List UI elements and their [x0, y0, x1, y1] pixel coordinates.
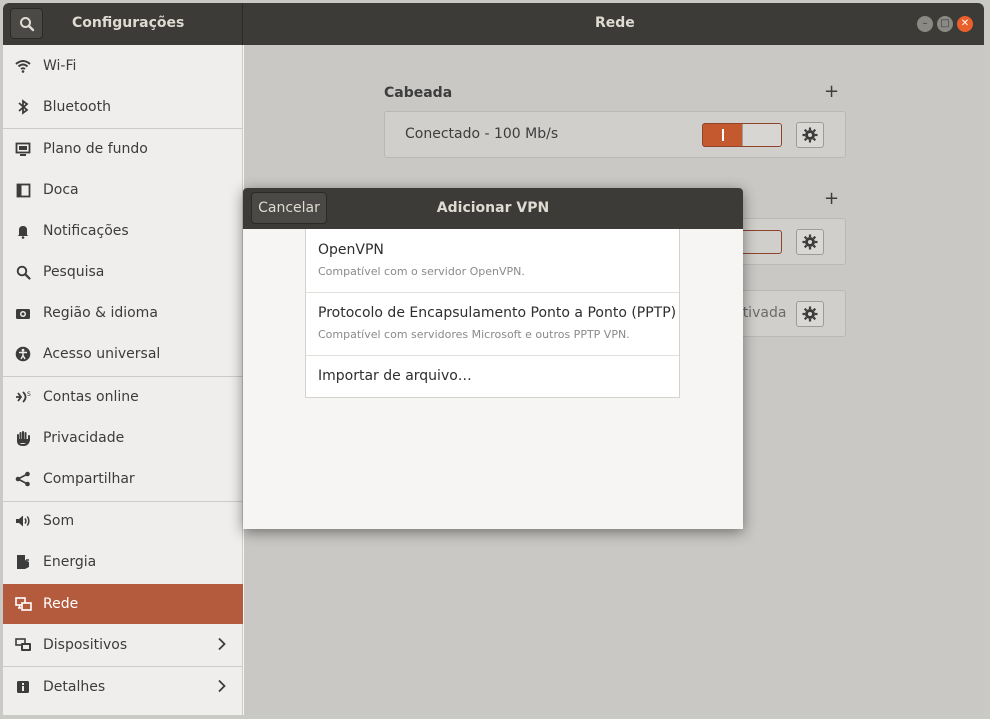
sidebar-item-label: Detalhes: [43, 679, 106, 695]
wired-section-title: Cabeada: [384, 85, 453, 101]
sidebar-item-notifications[interactable]: Notificações: [3, 211, 243, 251]
window-controls: – □ ✕: [917, 16, 973, 32]
app-title: Configurações: [72, 15, 185, 31]
sidebar: Wi-Fi Bluetooth Plano de fundo Doca Noti…: [3, 45, 243, 715]
vpn-options-list: OpenVPN Compatível com o servidor OpenVP…: [305, 229, 680, 398]
gear-icon: [802, 127, 818, 143]
sidebar-item-label: Doca: [43, 182, 79, 198]
hand-icon: [14, 429, 32, 447]
maximize-button[interactable]: □: [937, 16, 953, 32]
network-icon: [14, 595, 32, 613]
sidebar-item-devices[interactable]: Dispositivos: [3, 625, 243, 665]
sidebar-item-wifi[interactable]: Wi-Fi: [3, 46, 243, 86]
sidebar-item-dock[interactable]: Doca: [3, 170, 243, 210]
proxy-settings-button[interactable]: [796, 301, 824, 327]
sidebar-item-label: Notificações: [43, 223, 129, 239]
vpn-option-openvpn[interactable]: OpenVPN Compatível com o servidor OpenVP…: [306, 229, 679, 292]
close-icon: ✕: [960, 18, 970, 29]
sidebar-item-bluetooth[interactable]: Bluetooth: [3, 87, 243, 127]
vpn-option-subtitle: Compatível com servidores Microsoft e ou…: [318, 328, 630, 341]
search-icon: [19, 16, 34, 31]
vpn-option-title: OpenVPN: [318, 242, 384, 258]
page-title: Rede: [595, 15, 635, 31]
dialog-header: Cancelar Adicionar VPN: [243, 188, 743, 229]
vpn-option-title: Protocolo de Encapsulamento Ponto a Pont…: [318, 305, 677, 321]
wired-status-text: Conectado - 100 Mb/s: [405, 126, 559, 142]
header-left: Configurações: [3, 3, 243, 45]
add-vpn-dialog: Cancelar Adicionar VPN OpenVPN Compatíve…: [243, 188, 743, 529]
close-button[interactable]: ✕: [957, 16, 973, 32]
sidebar-item-label: Plano de fundo: [43, 141, 148, 157]
vpn-option-title: Importar de arquivo…: [318, 368, 472, 384]
gear-icon: [802, 306, 818, 322]
sidebar-item-label: Dispositivos: [43, 637, 128, 653]
header-bar: Configurações Rede – □ ✕: [3, 3, 984, 45]
sidebar-item-sound[interactable]: Som: [3, 501, 243, 541]
minimize-icon: –: [922, 18, 928, 29]
sidebar-item-network[interactable]: Rede: [3, 584, 243, 624]
sidebar-item-label: Região & idioma: [43, 305, 158, 321]
minimize-button[interactable]: –: [917, 16, 933, 32]
sidebar-item-label: Pesquisa: [43, 264, 105, 280]
sidebar-item-label: Contas online: [43, 389, 139, 405]
info-icon: [14, 678, 32, 696]
sidebar-item-label: Energia: [43, 554, 97, 570]
bell-icon: [14, 222, 32, 240]
search-button[interactable]: [10, 8, 43, 39]
switch-on-mark: [722, 129, 724, 141]
sidebar-item-label: Privacidade: [43, 430, 125, 446]
sidebar-item-label: Rede: [43, 596, 79, 612]
share-icon: [14, 470, 32, 488]
svg-text:S: S: [27, 391, 31, 398]
wired-connection-row: Conectado - 100 Mb/s: [384, 111, 846, 158]
sidebar-item-accessibility[interactable]: Acesso universal: [3, 334, 243, 374]
accessibility-icon: [14, 345, 32, 363]
vpn-settings-button[interactable]: [796, 229, 824, 255]
gear-icon: [802, 234, 818, 250]
sidebar-item-label: Bluetooth: [43, 99, 111, 115]
speaker-icon: [14, 512, 32, 530]
background-icon: [14, 140, 32, 158]
plus-icon: +: [824, 81, 840, 102]
switch-knob: [742, 124, 781, 146]
sidebar-item-share[interactable]: Compartilhar: [3, 459, 243, 499]
online-accounts-icon: S: [14, 388, 32, 406]
wired-settings-button[interactable]: [796, 122, 824, 148]
add-wired-button[interactable]: +: [824, 83, 839, 101]
sidebar-item-background[interactable]: Plano de fundo: [3, 129, 243, 169]
wired-toggle-switch[interactable]: [702, 123, 782, 147]
wifi-icon: [14, 57, 32, 75]
add-vpn-button[interactable]: +: [824, 190, 839, 208]
sidebar-item-region[interactable]: Região & idioma: [3, 293, 243, 333]
search-icon: [14, 263, 32, 281]
vpn-option-pptp[interactable]: Protocolo de Encapsulamento Ponto a Pont…: [306, 293, 679, 355]
sidebar-item-label: Wi-Fi: [43, 58, 77, 74]
maximize-icon: □: [940, 18, 950, 29]
sidebar-item-power[interactable]: Energia: [3, 542, 243, 582]
dialog-title: Adicionar VPN: [436, 200, 550, 216]
power-icon: [14, 553, 32, 571]
sidebar-item-details[interactable]: Detalhes: [3, 667, 243, 707]
plus-icon: +: [824, 188, 840, 209]
sidebar-item-label: Som: [43, 513, 75, 529]
dock-icon: [14, 181, 32, 199]
sidebar-item-label: Compartilhar: [43, 471, 135, 487]
bluetooth-icon: [14, 98, 32, 116]
sidebar-item-search[interactable]: Pesquisa: [3, 252, 243, 292]
chevron-right-icon: [218, 679, 226, 693]
sidebar-item-label: Acesso universal: [43, 346, 161, 362]
camera-icon: [14, 304, 32, 322]
sidebar-item-online-accounts[interactable]: S Contas online: [3, 377, 243, 417]
sidebar-item-privacy[interactable]: Privacidade: [3, 418, 243, 458]
vpn-option-subtitle: Compatível com o servidor OpenVPN.: [318, 265, 525, 278]
devices-icon: [14, 636, 32, 654]
chevron-right-icon: [218, 637, 226, 651]
vpn-option-import[interactable]: Importar de arquivo…: [306, 356, 679, 397]
